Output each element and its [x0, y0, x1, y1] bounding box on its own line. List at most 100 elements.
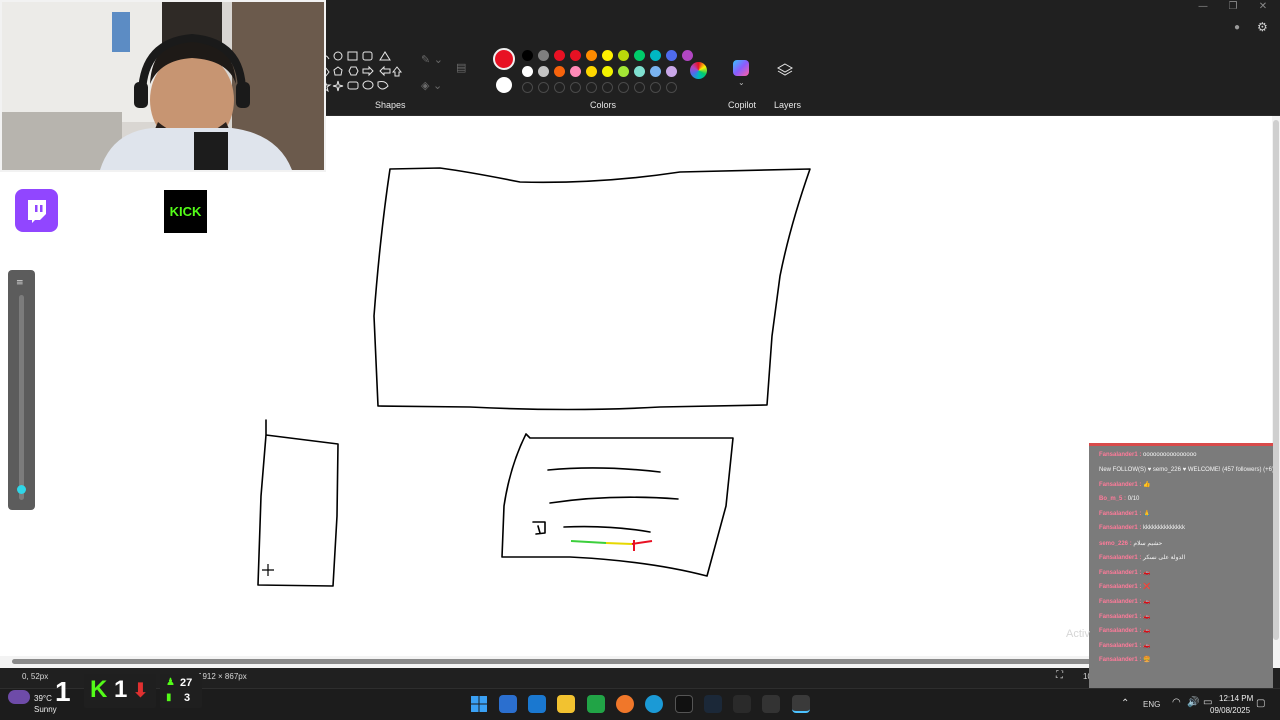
secondary-color-swatch[interactable] [496, 77, 512, 93]
size-icon[interactable]: ▤ [456, 61, 466, 74]
shapes-group-label: Shapes [375, 100, 406, 110]
color-swatch[interactable] [554, 50, 565, 61]
language-indicator[interactable]: ENG [1143, 700, 1160, 709]
layers-icon[interactable] [777, 62, 793, 78]
settings-icon[interactable]: ⚙ [1257, 20, 1268, 34]
drawn-scribble [532, 521, 546, 535]
windows-start-icon[interactable] [470, 695, 488, 713]
color-swatch[interactable] [570, 50, 581, 61]
horizontal-scroll-thumb[interactable] [12, 659, 1262, 664]
chat-username: Bo_m_5 : [1099, 495, 1128, 502]
fill-icon[interactable]: ◈ ⌄ [421, 79, 442, 92]
shapes-icons[interactable] [318, 50, 408, 96]
notepad-icon[interactable] [762, 695, 780, 713]
chat-text: 🙏 [1143, 511, 1151, 518]
chat-username: Fansalander1 : [1099, 628, 1144, 635]
color-swatch[interactable] [570, 66, 581, 77]
outlook-icon[interactable] [528, 695, 546, 713]
volume-bar-knob [17, 485, 26, 494]
custom-color-slot[interactable] [570, 82, 581, 93]
custom-color-slot[interactable] [666, 82, 677, 93]
store-icon[interactable] [499, 695, 517, 713]
up-arrow-shape-icon [391, 66, 403, 77]
color-swatch[interactable] [618, 66, 629, 77]
color-swatch[interactable] [650, 66, 661, 77]
paint-icon[interactable] [792, 695, 810, 713]
chat-username: Fansalander1 : [1099, 584, 1144, 591]
chat-text: 🚗 [1143, 628, 1151, 635]
custom-color-slot[interactable] [554, 82, 565, 93]
clock-date[interactable]: 09/08/2025 [1210, 706, 1250, 715]
horizontal-scrollbar[interactable] [0, 656, 1280, 668]
kick-stats-box: K 1 ⬇ [84, 674, 156, 708]
weather-widget: 39°C Sunny [8, 690, 58, 718]
pentagon-shape-icon [333, 66, 343, 76]
minimize-icon[interactable]: — [1188, 0, 1218, 14]
close-icon[interactable]: ✕ [1248, 0, 1278, 14]
chat-text: ❌ [1143, 584, 1151, 591]
stream-app-icon[interactable] [675, 695, 693, 713]
color-swatch[interactable] [586, 66, 597, 77]
file-explorer-icon[interactable] [557, 695, 575, 713]
chat-message: Fansalander1 : 🚗 [1099, 627, 1151, 634]
xbox-icon[interactable] [587, 695, 605, 713]
color-swatch[interactable] [682, 50, 693, 61]
chat-message: Fansalander1 : 🚗 [1099, 569, 1151, 576]
oval-shape-icon [333, 51, 343, 61]
chat-username: Fansalander1 : [1099, 555, 1144, 562]
account-icon[interactable]: ● [1234, 22, 1240, 33]
overlay-volume-bar: ≡ [8, 270, 35, 510]
chat-message: Bo_m_5 : 0/10 [1099, 496, 1139, 502]
restore-icon[interactable]: ❐ [1218, 0, 1248, 14]
fit-to-window-icon[interactable]: ⛶ [1056, 670, 1063, 681]
notifications-icon[interactable]: ▢ [1256, 698, 1265, 709]
color-swatch[interactable] [602, 66, 613, 77]
custom-color-slot[interactable] [538, 82, 549, 93]
chat-username: Fansalander1 : [1099, 569, 1144, 576]
color-swatch[interactable] [538, 66, 549, 77]
color-swatch[interactable] [666, 66, 677, 77]
edge-icon[interactable] [645, 695, 663, 713]
color-swatch[interactable] [634, 50, 645, 61]
color-swatch[interactable] [586, 50, 597, 61]
chat-message: Fansalander1 : 👍 [1099, 481, 1151, 488]
custom-color-slot[interactable] [618, 82, 629, 93]
color-swatch[interactable] [554, 66, 565, 77]
chat-text: New FOLLOW(S) ♥ semo_226 ♥ WELCOME! (457… [1099, 466, 1273, 473]
tray-chevron-icon[interactable]: ⌃ [1121, 698, 1129, 709]
copilot-icon[interactable] [733, 60, 749, 76]
drawn-big-rectangle [373, 167, 811, 411]
custom-color-slot[interactable] [650, 82, 661, 93]
cursor-position: 0, 52px [22, 672, 49, 681]
viewers-bottom: 3 [184, 692, 191, 704]
color-swatch[interactable] [634, 66, 645, 77]
viewer-stats-box: ♟ ▮ 27 3 [160, 674, 202, 708]
firefox-icon[interactable] [616, 695, 634, 713]
custom-color-slot[interactable] [602, 82, 613, 93]
color-swatch[interactable] [650, 50, 661, 61]
volume-bar-icon: ≡ [16, 278, 24, 288]
custom-color-slot[interactable] [634, 82, 645, 93]
clock-time[interactable]: 12:14 PM [1219, 694, 1253, 703]
epic-games-icon[interactable] [733, 695, 751, 713]
color-swatch[interactable] [538, 50, 549, 61]
color-swatch[interactable] [666, 50, 677, 61]
copilot-chevron-icon[interactable]: ⌄ [738, 78, 745, 87]
outline-icon[interactable]: ✎ ⌄ [421, 53, 443, 66]
color-swatch[interactable] [602, 50, 613, 61]
color-swatch[interactable] [522, 66, 533, 77]
custom-color-slot[interactable] [522, 82, 533, 93]
edit-colors-button[interactable] [690, 62, 707, 79]
chat-text: 🚗 [1143, 613, 1151, 620]
primary-color-swatch[interactable] [493, 48, 515, 70]
chat-message: Fansalander1 : oooooooooooooooo [1099, 452, 1196, 458]
color-swatch[interactable] [618, 50, 629, 61]
custom-color-slot[interactable] [586, 82, 597, 93]
steam-icon[interactable] [704, 695, 722, 713]
color-swatch[interactable] [522, 50, 533, 61]
rounded-rect-shape-icon [362, 51, 373, 61]
volume-icon[interactable]: 🔊 [1187, 697, 1199, 708]
vertical-scrollbar[interactable] [1272, 116, 1280, 656]
drawn-tall-box [257, 419, 339, 587]
wifi-icon[interactable]: ◠ [1172, 697, 1181, 708]
